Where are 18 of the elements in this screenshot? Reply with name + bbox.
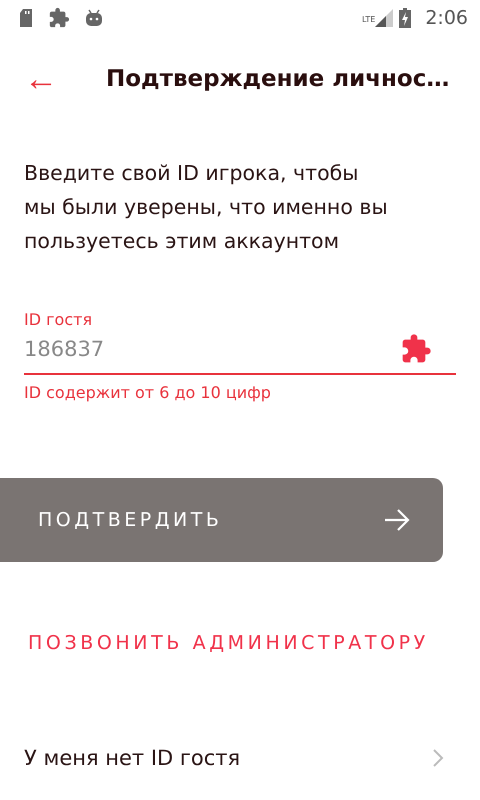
signal-icon [375,9,394,27]
clock: 2:06 [425,7,468,29]
puzzle-icon [400,333,432,365]
guest-id-field[interactable]: 186837 [24,337,224,361]
no-id-row[interactable]: У меня нет ID гостя [0,746,480,770]
field-label: ID гостя [24,310,94,329]
android-icon [84,8,104,28]
battery-charging-icon [399,8,412,28]
puzzle-icon [48,7,70,29]
back-button[interactable]: ← [24,62,86,96]
arrow-right-icon [383,508,411,532]
chevron-right-icon [432,748,444,768]
sd-card-icon [18,8,34,28]
call-admin-link[interactable]: ПОЗВОНИТЬ АДМИНИСТРАТОРУ [28,632,429,654]
helper-text: ID содержит от 6 до 10 цифр [24,383,272,402]
page-title: Подтверждение личнос… [106,66,450,92]
instruction-text: Введите свой ID игрока, чтобы мы были уверены, что именно вы пользуетесь этим аккаунтом [24,160,389,255]
network-type: LTE [362,15,376,24]
